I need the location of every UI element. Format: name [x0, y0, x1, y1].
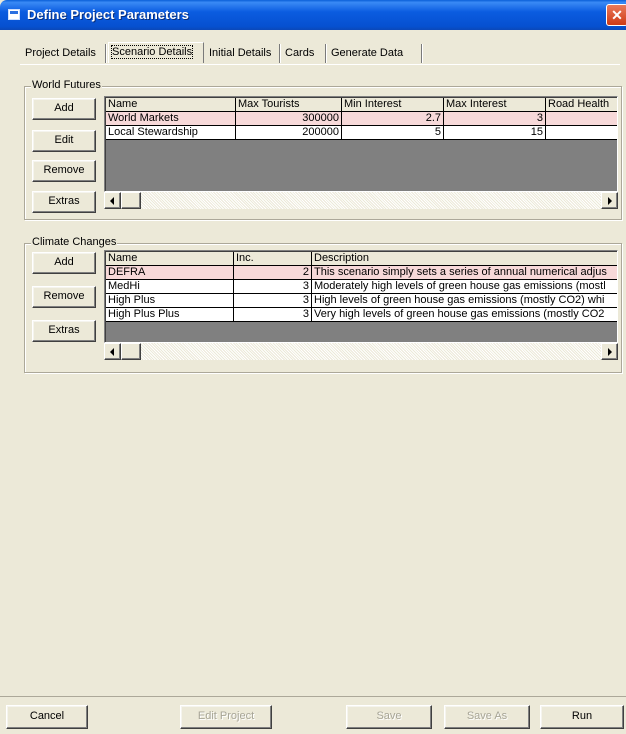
- climate-changes-hscrollbar[interactable]: [104, 343, 618, 360]
- scroll-right-button[interactable]: [601, 343, 618, 360]
- climate-changes-grid[interactable]: Name Inc. Description DEFRA 2 This scena…: [104, 250, 618, 343]
- cell-max-interest[interactable]: 3: [444, 112, 546, 126]
- world-futures-add-button[interactable]: Add: [32, 98, 96, 120]
- table-row[interactable]: DEFRA 2 This scenario simply sets a seri…: [106, 266, 617, 280]
- cell-description[interactable]: Moderately high levels of green house ga…: [312, 280, 617, 294]
- tab-initial-details[interactable]: Initial Details: [206, 44, 280, 63]
- column-header-name[interactable]: Name: [106, 98, 236, 112]
- save-button[interactable]: Save: [346, 705, 432, 729]
- cell-name[interactable]: Local Stewardship: [106, 126, 236, 140]
- run-button[interactable]: Run: [540, 705, 624, 729]
- cell-max-tourists[interactable]: 200000: [236, 126, 342, 140]
- tab-project-details[interactable]: Project Details: [22, 44, 106, 63]
- cell-inc[interactable]: 2: [234, 266, 312, 280]
- column-header-min-interest[interactable]: Min Interest: [342, 98, 444, 112]
- cell-description[interactable]: Very high levels of green house gas emis…: [312, 308, 617, 322]
- climate-remove-button[interactable]: Remove: [32, 286, 96, 308]
- scroll-thumb[interactable]: [121, 343, 141, 360]
- cell-name[interactable]: DEFRA: [106, 266, 234, 280]
- world-futures-grid[interactable]: Name Max Tourists Min Interest Max Inter…: [104, 96, 618, 192]
- cell-inc[interactable]: 3: [234, 308, 312, 322]
- world-futures-extras-button[interactable]: Extras: [32, 191, 96, 213]
- table-row[interactable]: High Plus Plus 3 Very high levels of gre…: [106, 308, 617, 322]
- world-futures-label: World Futures: [31, 79, 102, 91]
- window-icon: [8, 9, 20, 20]
- cell-road-health[interactable]: [546, 112, 617, 126]
- cell-name[interactable]: High Plus: [106, 294, 234, 308]
- column-header-description[interactable]: Description: [312, 252, 617, 266]
- cell-name[interactable]: World Markets: [106, 112, 236, 126]
- cancel-button[interactable]: Cancel: [6, 705, 88, 729]
- cell-inc[interactable]: 3: [234, 294, 312, 308]
- cell-inc[interactable]: 3: [234, 280, 312, 294]
- grid-header: Name Max Tourists Min Interest Max Inter…: [106, 98, 617, 112]
- tab-generate-data[interactable]: Generate Data: [328, 44, 422, 63]
- cell-min-interest[interactable]: 5: [342, 126, 444, 140]
- arrow-right-icon: [608, 348, 612, 356]
- column-header-inc[interactable]: Inc.: [234, 252, 312, 266]
- cell-name[interactable]: MedHi: [106, 280, 234, 294]
- world-futures-edit-button[interactable]: Edit: [32, 130, 96, 152]
- title-bar[interactable]: Define Project Parameters ✕: [0, 0, 626, 30]
- arrow-left-icon: [110, 197, 114, 205]
- tab-panel-border: [20, 64, 620, 65]
- scroll-thumb[interactable]: [121, 192, 141, 209]
- scroll-left-button[interactable]: [104, 343, 121, 360]
- world-futures-hscrollbar[interactable]: [104, 192, 618, 209]
- arrow-left-icon: [110, 348, 114, 356]
- window-title: Define Project Parameters: [27, 7, 189, 22]
- tab-scenario-details[interactable]: Scenario Details: [108, 42, 204, 63]
- cell-min-interest[interactable]: 2.7: [342, 112, 444, 126]
- cell-description[interactable]: High levels of green house gas emissions…: [312, 294, 617, 308]
- column-header-road-health[interactable]: Road Health: [546, 98, 617, 112]
- arrow-right-icon: [608, 197, 612, 205]
- climate-extras-button[interactable]: Extras: [32, 320, 96, 342]
- close-icon: ✕: [611, 7, 623, 23]
- cell-max-tourists[interactable]: 300000: [236, 112, 342, 126]
- column-header-name[interactable]: Name: [106, 252, 234, 266]
- column-header-max-interest[interactable]: Max Interest: [444, 98, 546, 112]
- table-row[interactable]: High Plus 3 High levels of green house g…: [106, 294, 617, 308]
- cell-max-interest[interactable]: 15: [444, 126, 546, 140]
- table-row[interactable]: World Markets 300000 2.7 3: [106, 112, 617, 126]
- scroll-left-button[interactable]: [104, 192, 121, 209]
- footer-divider: [0, 696, 626, 697]
- grid-header: Name Inc. Description: [106, 252, 617, 266]
- world-futures-remove-button[interactable]: Remove: [32, 160, 96, 182]
- cell-name[interactable]: High Plus Plus: [106, 308, 234, 322]
- column-header-max-tourists[interactable]: Max Tourists: [236, 98, 342, 112]
- table-row[interactable]: Local Stewardship 200000 5 15: [106, 126, 617, 140]
- climate-changes-label: Climate Changes: [31, 236, 118, 248]
- scroll-right-button[interactable]: [601, 192, 618, 209]
- cell-description[interactable]: This scenario simply sets a series of an…: [312, 266, 617, 280]
- edit-project-button[interactable]: Edit Project: [180, 705, 272, 729]
- save-as-button[interactable]: Save As: [444, 705, 530, 729]
- table-row[interactable]: MedHi 3 Moderately high levels of green …: [106, 280, 617, 294]
- tab-cards[interactable]: Cards: [282, 44, 326, 63]
- climate-add-button[interactable]: Add: [32, 252, 96, 274]
- cell-road-health[interactable]: [546, 126, 617, 140]
- close-button[interactable]: ✕: [606, 4, 626, 26]
